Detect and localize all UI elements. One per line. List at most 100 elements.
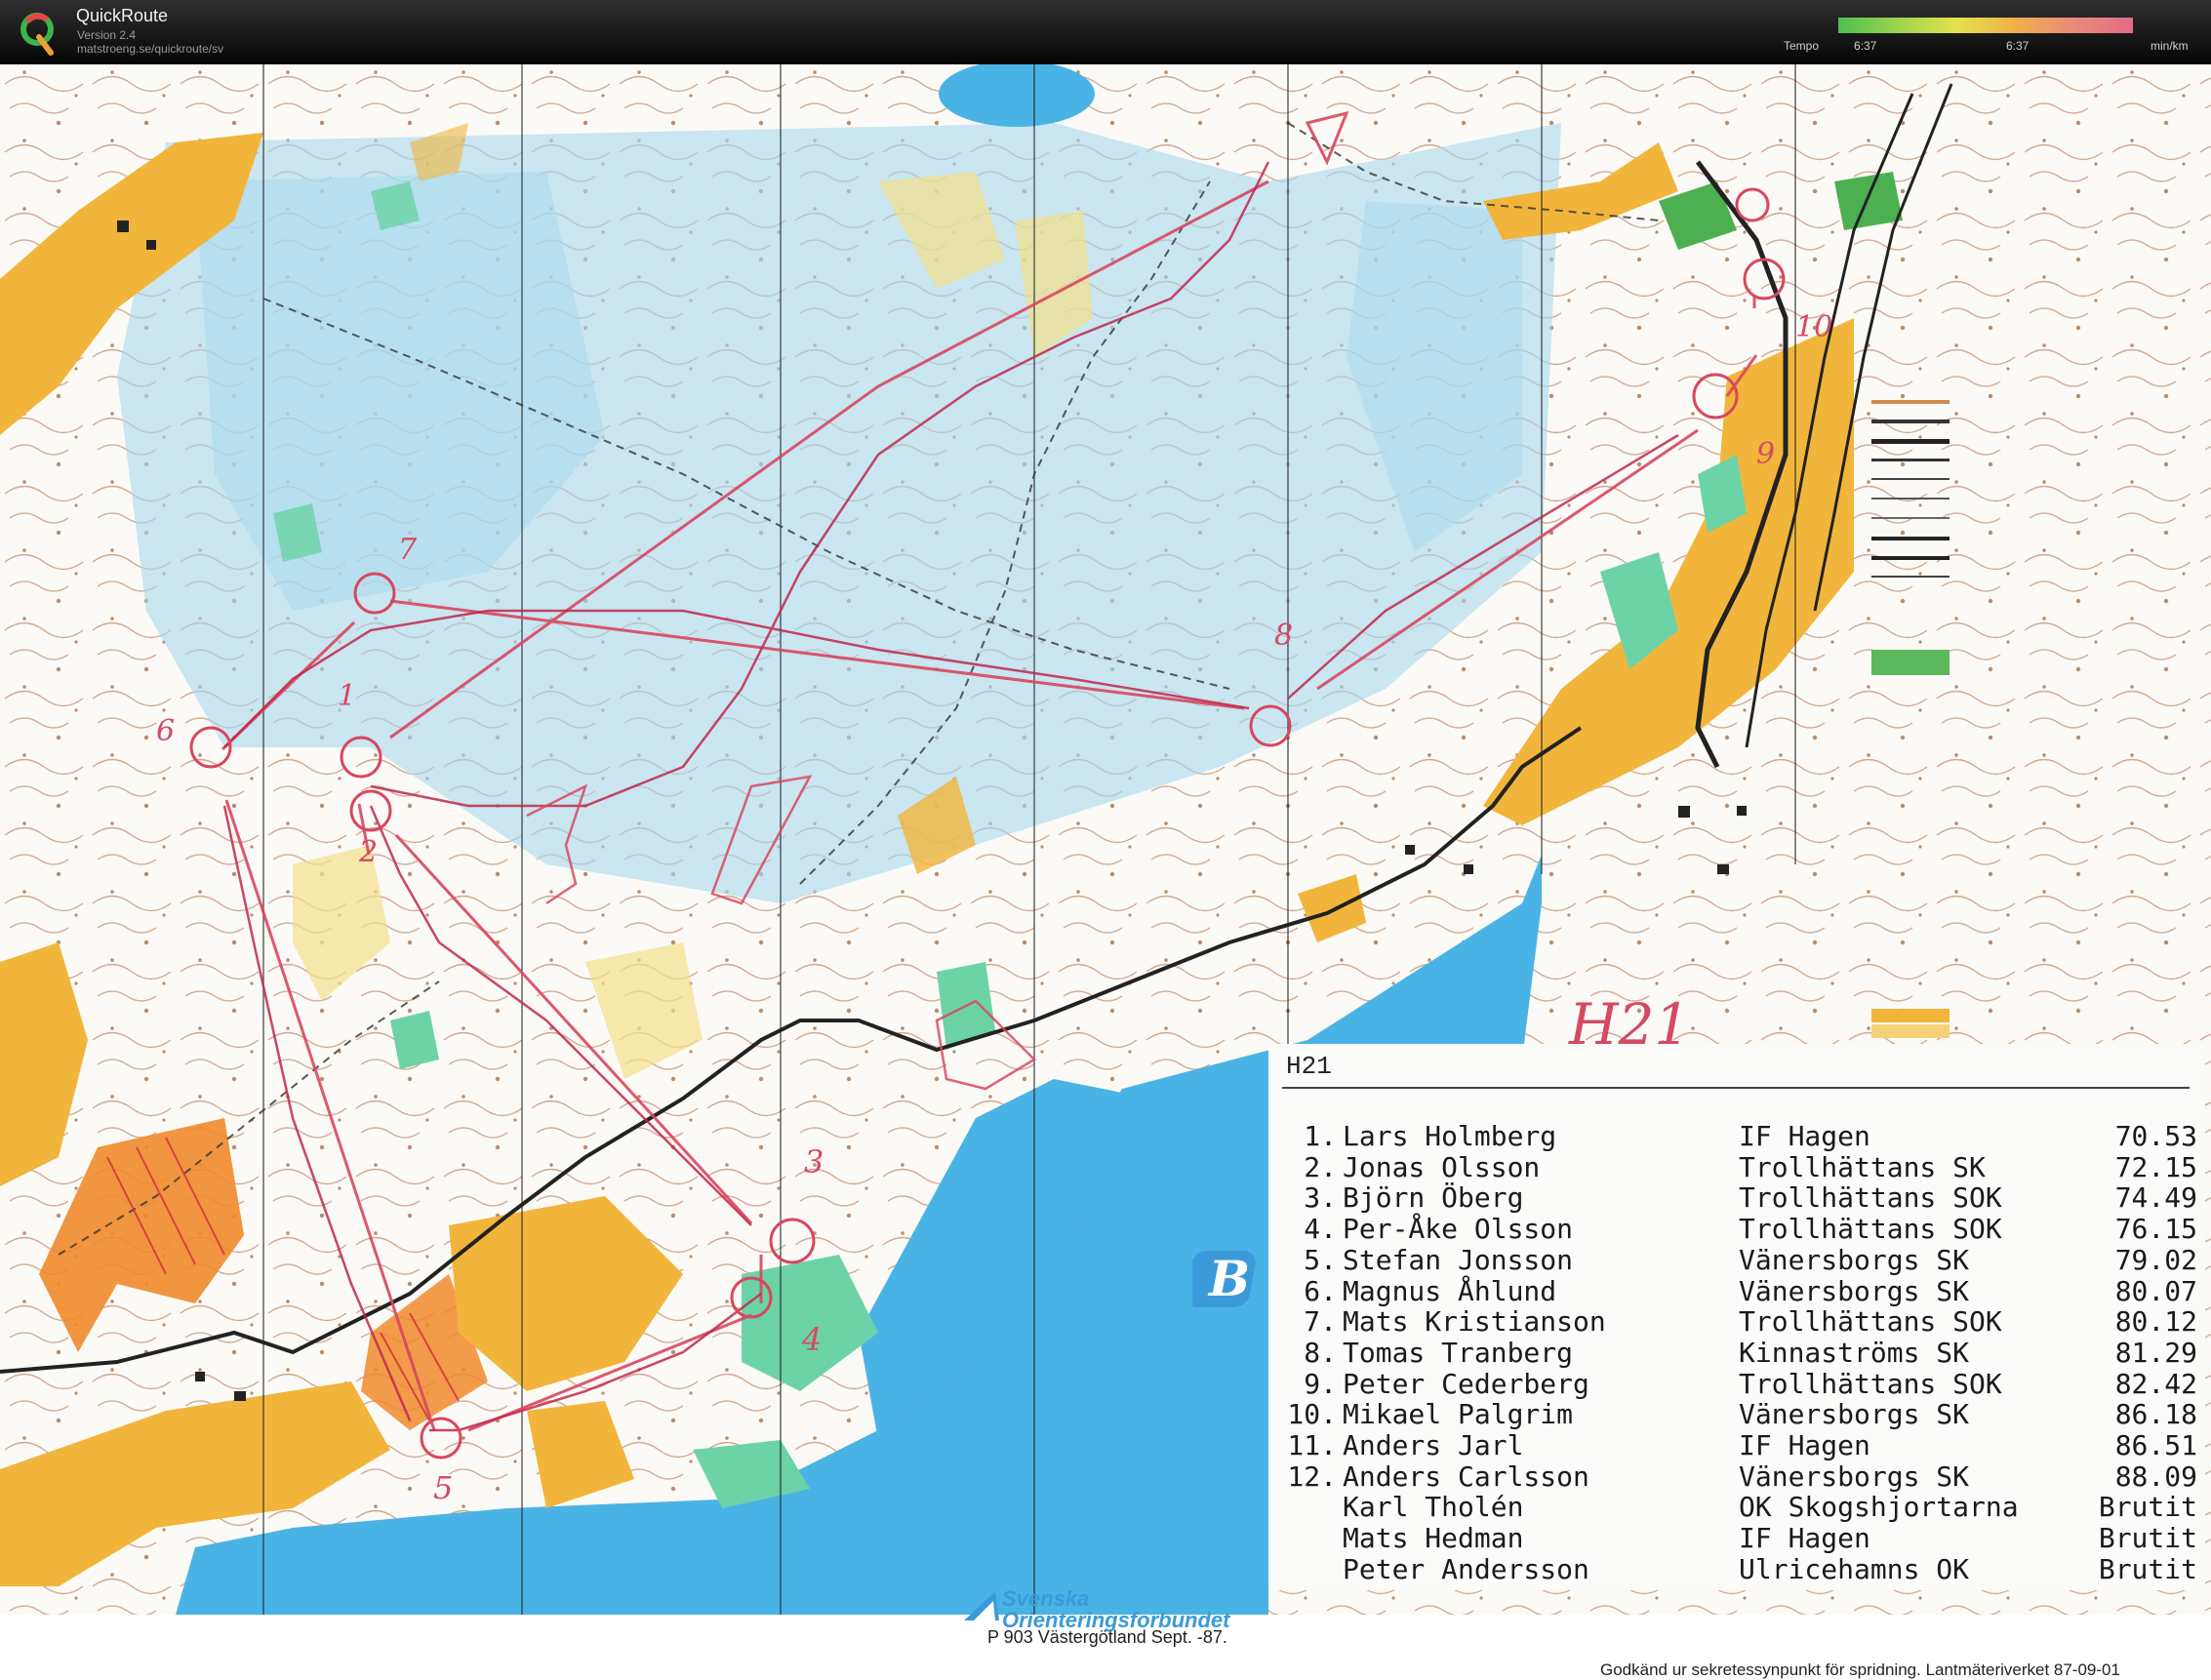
- result-name: Anders Carlsson: [1343, 1460, 1589, 1493]
- app-title: QuickRoute: [76, 6, 169, 25]
- tempo-tick-mid: 6:37: [2006, 39, 2030, 53]
- result-position: 8.: [1304, 1336, 1337, 1369]
- quickroute-logo-icon: [20, 13, 54, 56]
- result-name: Jonas Olsson: [1343, 1150, 1541, 1183]
- result-name: Stefan Jonsson: [1343, 1243, 1574, 1276]
- result-row: 2. Jonas Olsson Trollhättans SK 72.15: [1268, 1150, 2205, 1183]
- result-row: 1. Lars Holmberg IF Hagen 70.53: [1268, 1120, 2205, 1152]
- result-club: Vänersborgs SK: [1739, 1398, 1970, 1431]
- result-name: Tomas Tranberg: [1343, 1336, 1574, 1369]
- result-row: 5. Stefan Jonsson Vänersborgs SK 79.02: [1268, 1243, 2205, 1276]
- result-time: Brutit: [2098, 1491, 2197, 1524]
- result-name: Karl Tholén: [1343, 1491, 1524, 1524]
- result-row: 8. Tomas Tranberg Kinnaströms SK 81.29: [1268, 1336, 2205, 1369]
- tempo-label: Tempo: [1784, 39, 1820, 53]
- results-divider: [1282, 1087, 2190, 1089]
- result-position: 10.: [1287, 1398, 1337, 1431]
- result-club: Trollhättans SOK: [1739, 1181, 2002, 1215]
- result-name: Lars Holmberg: [1343, 1120, 1557, 1152]
- result-name: Mikael Palgrim: [1343, 1398, 1574, 1431]
- result-name: Mats Kristianson: [1343, 1305, 1606, 1339]
- control-number-8: 8: [1274, 619, 1294, 653]
- result-name: Magnus Åhlund: [1343, 1274, 1557, 1307]
- federation-name: Svenska Orienteringsforbundet: [1002, 1586, 1230, 1632]
- result-name: Peter Andersson: [1343, 1552, 1589, 1585]
- control-number-9: 9: [1756, 437, 1776, 471]
- result-time: Brutit: [2098, 1552, 2197, 1585]
- control-number-4: 4: [802, 1321, 823, 1358]
- result-row: 11. Anders Jarl IF Hagen 86.51: [1268, 1429, 2205, 1461]
- result-name: Björn Öberg: [1343, 1181, 1524, 1215]
- result-position: 5.: [1304, 1243, 1337, 1276]
- control-number-10: 10: [1795, 310, 1833, 344]
- result-time: 72.15: [2114, 1150, 2197, 1183]
- result-time: 74.49: [2114, 1181, 2197, 1215]
- result-row: 9. Peter Cederberg Trollhättans SOK 82.42: [1268, 1367, 2205, 1400]
- tempo-unit: min/km: [2151, 39, 2189, 53]
- result-time: 86.18: [2114, 1398, 2197, 1431]
- control-number-2: 2: [359, 835, 379, 869]
- result-time: 70.53: [2114, 1120, 2197, 1152]
- result-name: Mats Hedman: [1343, 1522, 1524, 1555]
- result-row: 4. Per-Åke Olsson Trollhättans SOK 76.15: [1268, 1213, 2205, 1246]
- control-number-7: 7: [398, 533, 418, 567]
- result-position: 7.: [1304, 1305, 1337, 1339]
- result-row: 6. Magnus Åhlund Vänersborgs SK 80.07: [1268, 1274, 2205, 1307]
- result-club: Vänersborgs SK: [1739, 1243, 1970, 1276]
- print-info: P 903 Västergötland Sept. -87.: [987, 1627, 1227, 1647]
- control-number-6: 6: [156, 714, 176, 748]
- result-club: Trollhättans SOK: [1739, 1305, 2002, 1339]
- result-position: 4.: [1304, 1213, 1337, 1246]
- result-position: 9.: [1304, 1367, 1337, 1400]
- result-row: Karl Tholén OK Skogshjortarna Brutit: [1268, 1491, 2205, 1524]
- result-club: IF Hagen: [1739, 1429, 1870, 1461]
- result-row: Peter Andersson Ulricehamns OK Brutit: [1268, 1552, 2205, 1585]
- result-position: 11.: [1287, 1429, 1337, 1461]
- app-header: QuickRoute Version 2.4 matstroeng.se/qui…: [0, 0, 2211, 64]
- map-b-badge: B: [1192, 1250, 1256, 1307]
- results-panel: H21 1. Lars Holmberg IF Hagen 70.53 2. Jonas …: [1268, 1044, 2205, 1590]
- result-row: Mats Hedman IF Hagen Brutit: [1268, 1522, 2205, 1555]
- result-time: 82.42: [2114, 1367, 2197, 1400]
- result-name: Per-Åke Olsson: [1343, 1213, 1574, 1246]
- result-position: 2.: [1304, 1150, 1337, 1183]
- result-row: 3. Björn Öberg Trollhättans SOK 74.49: [1268, 1181, 2205, 1215]
- tempo-tick-left: 6:37: [1854, 39, 1877, 53]
- result-club: OK Skogshjortarna: [1739, 1491, 2019, 1524]
- approval-note: Godkänd ur sekretessynpunkt för spridnin…: [1600, 1660, 2120, 1679]
- result-row: 7. Mats Kristianson Trollhättans SOK 80.12: [1268, 1305, 2205, 1339]
- result-position: 3.: [1304, 1181, 1337, 1215]
- app-url[interactable]: matstroeng.se/quickroute/sv: [77, 42, 223, 56]
- result-time: Brutit: [2098, 1522, 2197, 1555]
- control-number-3: 3: [804, 1143, 824, 1180]
- result-club: IF Hagen: [1739, 1120, 1870, 1152]
- result-time: 86.51: [2114, 1429, 2197, 1461]
- result-position: 12.: [1287, 1460, 1337, 1493]
- federation-logo-icon: [964, 1591, 999, 1620]
- results-class: H21: [1286, 1052, 1332, 1081]
- result-time: 76.15: [2114, 1213, 2197, 1246]
- result-club: Vänersborgs SK: [1739, 1460, 1970, 1493]
- result-club: Trollhättans SOK: [1739, 1367, 2002, 1400]
- control-number-5: 5: [433, 1469, 454, 1506]
- tempo-color-scale: [1838, 18, 2133, 33]
- result-name: Peter Cederberg: [1343, 1367, 1589, 1400]
- result-time: 79.02: [2114, 1243, 2197, 1276]
- control-number-1: 1: [338, 679, 357, 713]
- result-position: 1.: [1304, 1120, 1337, 1152]
- result-time: 80.07: [2114, 1274, 2197, 1307]
- result-row: 12. Anders Carlsson Vänersborgs SK 88.09: [1268, 1460, 2205, 1493]
- b-badge-letter: B: [1207, 1250, 1250, 1307]
- result-time: 80.12: [2114, 1305, 2197, 1339]
- result-club: Ulricehamns OK: [1739, 1552, 1970, 1585]
- result-club: Trollhättans SK: [1739, 1150, 1986, 1183]
- result-time: 88.09: [2114, 1460, 2197, 1493]
- result-club: Vänersborgs SK: [1739, 1274, 1970, 1307]
- app-version: Version 2.4: [77, 28, 137, 42]
- result-name: Anders Jarl: [1343, 1429, 1524, 1461]
- result-club: IF Hagen: [1739, 1522, 1870, 1555]
- result-row: 10. Mikael Palgrim Vänersborgs SK 86.18: [1268, 1398, 2205, 1431]
- result-position: 6.: [1304, 1274, 1337, 1307]
- result-time: 81.29: [2114, 1336, 2197, 1369]
- result-club: Trollhättans SOK: [1739, 1213, 2002, 1246]
